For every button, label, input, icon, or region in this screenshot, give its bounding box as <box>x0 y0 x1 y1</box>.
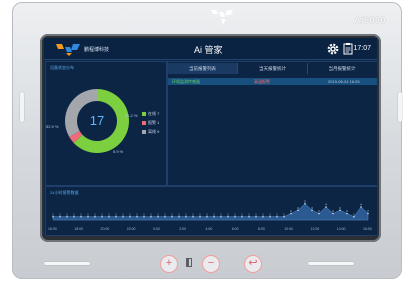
right-slot <box>308 262 354 265</box>
x-tick-label: 16:00 <box>363 227 372 231</box>
x-tick-label: 0:00 <box>153 227 160 231</box>
data-label: 1 <box>150 212 152 216</box>
data-label: 1 <box>157 212 159 216</box>
device-status-title: 设备状态分布 <box>50 65 74 70</box>
data-label: 1 <box>171 212 173 216</box>
report-icon[interactable] <box>343 43 353 55</box>
app-screen: 鹏程博科技 Ai 管家 17:07 设备状态分布 17 41.2 % 5.9 %… <box>44 38 377 236</box>
data-label: 1 <box>129 212 131 216</box>
back-button[interactable]: ↩ <box>244 255 262 273</box>
data-label: 1 <box>213 212 215 216</box>
data-label: 3 <box>311 206 313 210</box>
data-label: 4 <box>325 203 327 207</box>
legend-offline: 离线 9 <box>142 129 159 135</box>
alarm-area <box>52 203 369 221</box>
alarm-device: 环境监测传感器 <box>172 79 200 84</box>
legend-online: 在线 7 <box>142 111 159 117</box>
data-label: 2 <box>367 209 369 213</box>
data-label: 1 <box>283 212 285 216</box>
data-label: 1 <box>227 212 229 216</box>
left-slot <box>44 262 90 265</box>
legend-label-alarm: 报警 1 <box>148 120 160 125</box>
alarm-row[interactable]: 环境监测传感器 高温报警 2019-06-24 16:25 <box>168 78 377 85</box>
data-label: 1 <box>206 212 208 216</box>
x-tick-label: 12:00 <box>310 227 320 231</box>
legend-label-offline: 离线 9 <box>148 129 160 134</box>
data-label: 1 <box>248 212 250 216</box>
data-label: 1 <box>115 212 117 216</box>
data-label: 2 <box>346 209 348 213</box>
x-tick-label: 18:00 <box>74 227 84 231</box>
data-label: 2 <box>332 209 334 213</box>
data-label: 1 <box>178 212 180 216</box>
alarm-time: 2019-06-24 16:25 <box>328 79 360 84</box>
data-label: 1 <box>108 212 110 216</box>
zoom-in-button[interactable]: + <box>160 255 178 273</box>
company-logo-icon <box>56 44 80 56</box>
x-tick-label: 8:00 <box>258 227 265 231</box>
data-label: 1 <box>262 212 264 216</box>
data-label: 1 <box>87 212 89 216</box>
data-label: 4 <box>360 203 362 207</box>
x-tick-label: 6:00 <box>231 227 239 231</box>
legend-swatch-offline <box>142 129 146 134</box>
alarm-24h-chart: 1 1 1 1 1 1 1 1 1 1 1 1 1 1 1 1 1 1 1 1 1 1 1 1 1 1 1 1 1 1 1 1 1 1 2 3 5 3 2 4… <box>52 199 369 221</box>
x-tick-label: 16:00 <box>48 227 57 231</box>
speaker-icon <box>186 258 192 267</box>
right-side-rail <box>398 92 402 122</box>
left-side-rail <box>20 92 24 122</box>
data-label: 1 <box>143 212 145 216</box>
data-label: 1 <box>220 212 222 216</box>
data-label: 1 <box>73 212 75 216</box>
x-tick-label: 14:00 <box>336 227 346 231</box>
x-tick-label: 22:00 <box>126 227 136 231</box>
data-label: 1 <box>241 212 243 216</box>
data-label: 1 <box>59 212 61 216</box>
legend-label-online: 在线 7 <box>148 111 160 116</box>
data-label: 1 <box>122 212 124 216</box>
donut-center-value: 17 <box>89 113 105 128</box>
data-label: 5 <box>304 199 306 203</box>
x-tick-label: 20:00 <box>100 227 110 231</box>
data-label: 1 <box>255 212 257 216</box>
x-tick-label: 2:00 <box>179 227 187 231</box>
title-bar: 鹏程博科技 Ai 管家 17:07 <box>44 38 377 60</box>
data-label: 1 <box>269 212 271 216</box>
x-tick-label: 10:00 <box>284 227 294 231</box>
data-label: 3 <box>339 206 341 210</box>
tab-monthly-stats[interactable]: 当月报警统计 <box>308 63 376 74</box>
zoom-out-button[interactable]: − <box>202 255 220 273</box>
data-label: 1 <box>192 212 194 216</box>
data-label: 1 <box>185 212 187 216</box>
data-label: 1 <box>234 212 236 216</box>
x-tick-label: 4:00 <box>205 227 213 231</box>
legend-alarm: 报警 1 <box>142 120 159 126</box>
data-label: 1 <box>276 212 278 216</box>
clock-time: 17:07 <box>353 45 371 52</box>
data-label: 2 <box>290 209 292 213</box>
data-label: 1 <box>136 212 138 216</box>
tab-current-alarms[interactable]: 当前报警列表 <box>168 63 238 74</box>
percent-online: 41.2 % <box>125 113 138 118</box>
data-label: 1 <box>66 212 68 216</box>
gear-icon[interactable] <box>327 43 339 55</box>
device-model-label: Ai6000 <box>353 15 386 25</box>
tab-daily-stats[interactable]: 当天报警统计 <box>238 63 308 74</box>
percent-offline: 52.9 % <box>46 124 59 129</box>
data-label: 1 <box>80 212 82 216</box>
company-name: 鹏程博科技 <box>84 47 110 53</box>
data-label: 1 <box>94 212 96 216</box>
data-label: 1 <box>164 212 166 216</box>
data-label: 1 <box>52 212 54 216</box>
brand-logo-icon <box>211 10 233 25</box>
data-label: 1 <box>101 212 103 216</box>
legend-swatch-online <box>142 111 146 116</box>
data-label: 1 <box>199 212 201 216</box>
percent-alarm: 5.9 % <box>113 149 124 154</box>
legend-swatch-alarm <box>142 120 146 125</box>
page-title: Ai 管家 <box>194 45 223 55</box>
alarm-type: 高温报警 <box>254 79 270 84</box>
